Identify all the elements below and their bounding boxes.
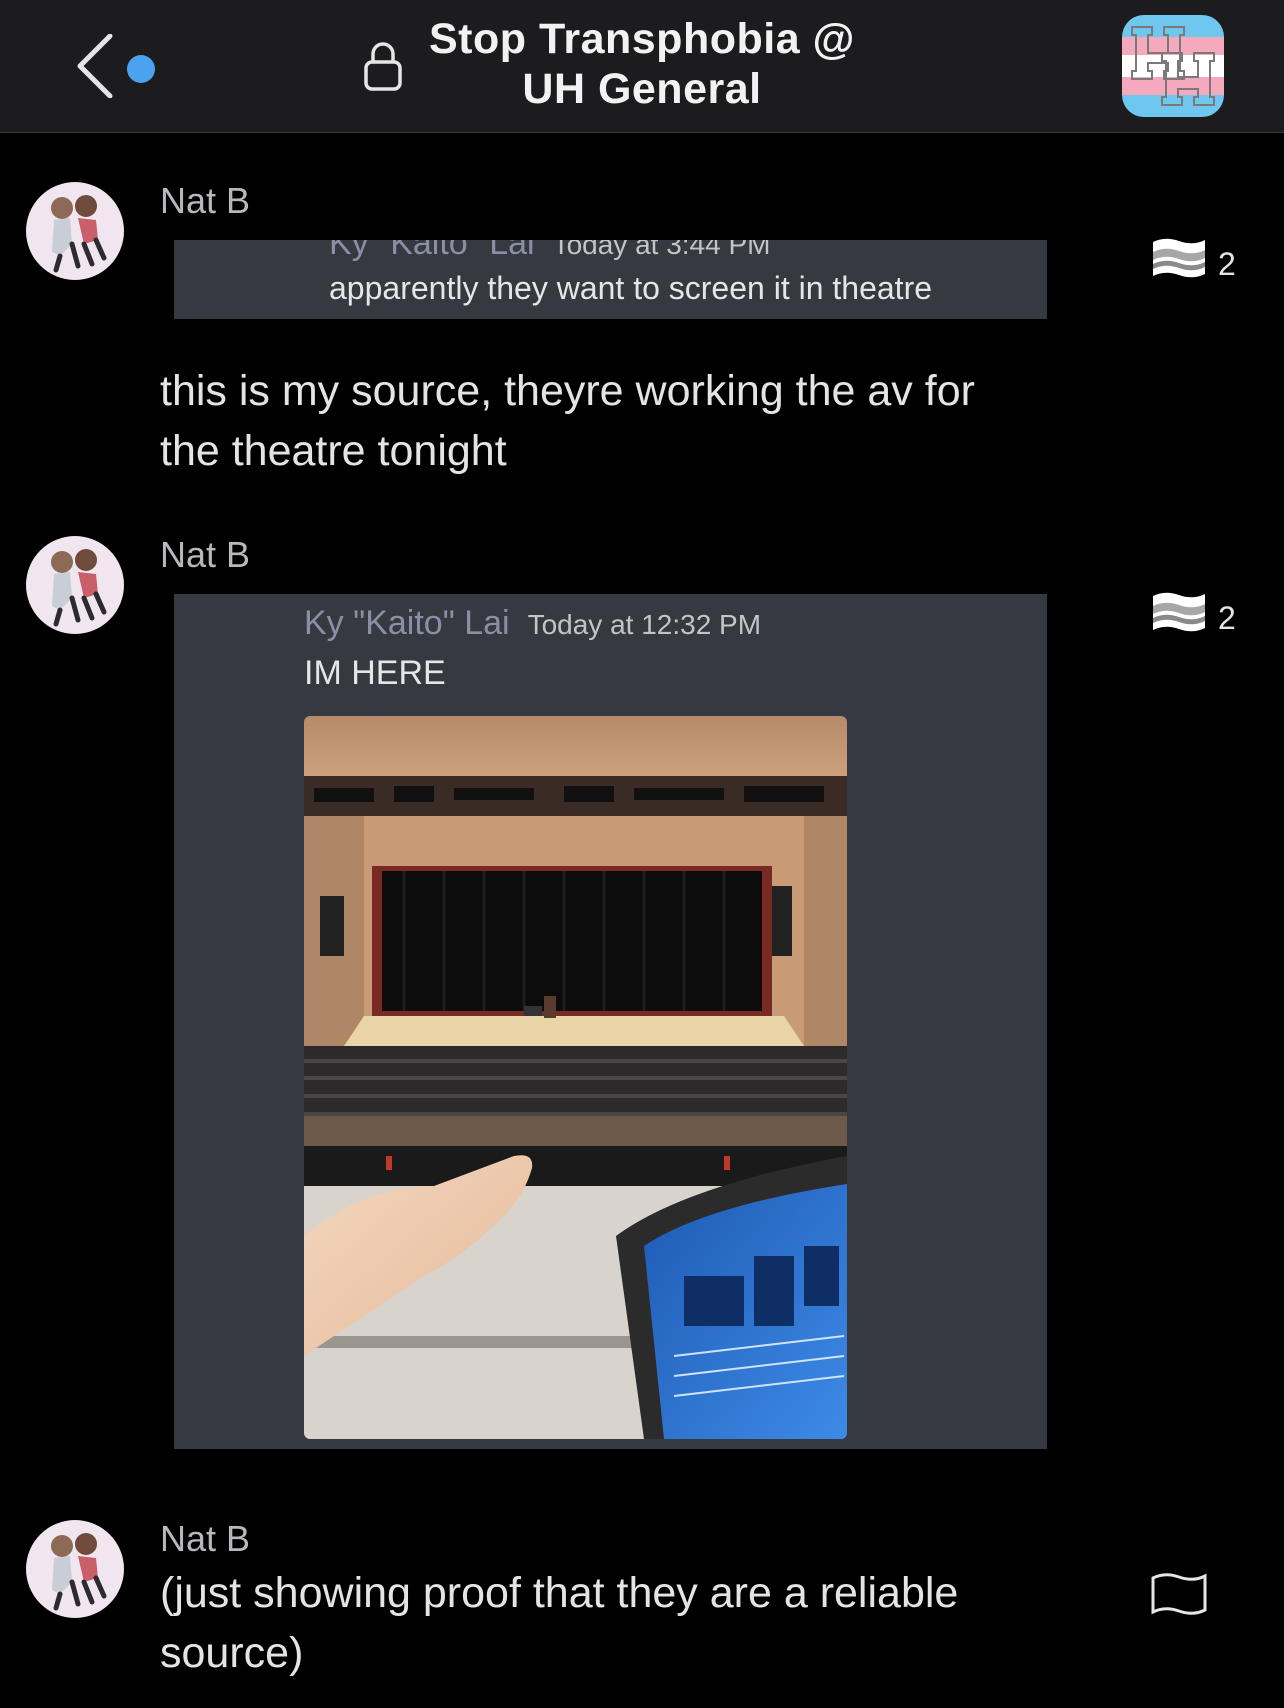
uh-logo xyxy=(1122,15,1224,117)
lock-icon xyxy=(364,42,402,91)
flag-icon xyxy=(1153,238,1205,278)
username[interactable]: Nat B xyxy=(160,180,250,222)
embed-header: Ky "Kaito" Lai Today at 12:32 PM xyxy=(304,604,761,643)
flag-icon xyxy=(1153,592,1205,632)
channel-header: Stop Transphobia @ UH General xyxy=(0,0,1284,133)
flag-outline-icon xyxy=(1151,1573,1207,1615)
back-button[interactable] xyxy=(76,30,166,102)
reaction-button[interactable]: 2 xyxy=(1150,588,1250,638)
avatar[interactable] xyxy=(26,1520,124,1618)
channel-title: Stop Transphobia @ UH General xyxy=(400,14,884,114)
embed-text: apparently they want to screen it in the… xyxy=(329,270,933,306)
avatar-art-icon xyxy=(51,549,107,627)
message-text: this is my source, theyre working the av… xyxy=(160,361,1110,481)
avatar-art-icon xyxy=(51,1533,107,1611)
message-text-line2: source) xyxy=(160,1629,304,1677)
embedded-screenshot[interactable]: Ky "Kaito" Lai Today at 3:44 PM apparentl… xyxy=(174,240,1047,319)
embedded-screenshot[interactable]: Ky "Kaito" Lai Today at 12:32 PM IM HERE xyxy=(174,594,1047,1449)
reaction-count: 2 xyxy=(1218,246,1236,282)
embed-timestamp: Today at 3:44 PM xyxy=(552,240,771,260)
embed-author: Ky "Kaito" Lai xyxy=(329,240,535,262)
theatre-photo[interactable] xyxy=(304,716,847,1439)
server-icon[interactable] xyxy=(1122,15,1224,117)
avatar[interactable] xyxy=(26,182,124,280)
chevron-left-icon xyxy=(77,34,113,98)
embed-author: Ky "Kaito" Lai xyxy=(304,604,510,642)
reaction-button[interactable]: 2 xyxy=(1150,234,1250,284)
embed-timestamp: Today at 12:32 PM xyxy=(527,609,762,640)
channel-title-line1: Stop Transphobia @ xyxy=(428,15,855,63)
channel-title-line2: UH General xyxy=(522,65,762,113)
unread-indicator-dot xyxy=(127,55,155,83)
message-text-line1: this is my source, theyre working the av… xyxy=(160,367,975,415)
message-text-line2: the theatre tonight xyxy=(160,427,507,475)
username[interactable]: Nat B xyxy=(160,534,250,576)
message-text: (just showing proof that they are a reli… xyxy=(160,1563,1110,1683)
avatar-art-icon xyxy=(51,195,107,273)
reaction-count: 2 xyxy=(1218,600,1236,636)
message-text-line1: (just showing proof that they are a reli… xyxy=(160,1569,959,1617)
avatar[interactable] xyxy=(26,536,124,634)
username[interactable]: Nat B xyxy=(160,1518,250,1560)
add-reaction-button[interactable] xyxy=(1150,1570,1250,1620)
embed-header: Ky "Kaito" Lai Today at 3:44 PM xyxy=(329,240,770,263)
theatre-photo-image xyxy=(304,716,847,1439)
embed-text: IM HERE xyxy=(304,654,446,692)
